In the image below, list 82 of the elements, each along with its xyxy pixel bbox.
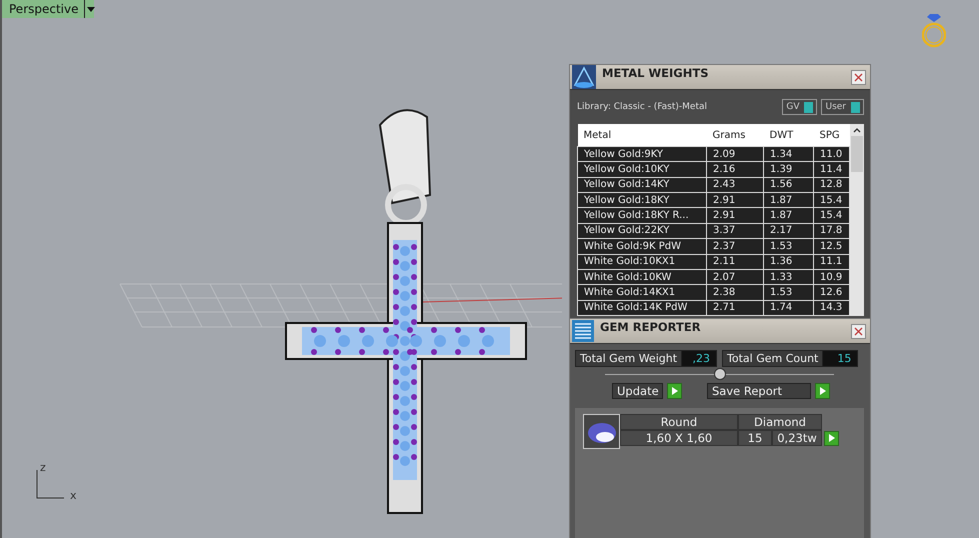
table-cell: 15.4 [814,192,850,208]
close-button[interactable] [851,70,866,84]
table-cell: 1.87 [764,208,814,224]
close-button[interactable] [851,324,866,338]
viewport-label[interactable]: Perspective [2,0,94,18]
close-icon [854,72,863,82]
table-cell: Yellow Gold:18KY R... [578,208,706,224]
table-cell: 2.16 [706,162,764,178]
table-cell: Yellow Gold:14KY [578,177,706,193]
play-button[interactable] [815,383,830,399]
play-icon [820,387,826,395]
gem-shape: Round [620,414,738,430]
table-cell: White Gold:14KX1 [578,284,706,300]
play-icon [672,387,678,395]
report-button[interactable]: Save Report [707,383,811,399]
table-cell: 14.3 [814,300,850,316]
table-cell: 2.07 [706,269,764,285]
toggle-switch[interactable]: User [821,99,864,115]
table-cell: 2.91 [706,192,764,208]
table-cell: 11.4 [814,162,850,178]
table-cell: Yellow Gold:22KY [578,223,706,239]
library-label: Library: Classic - (Fast)-Metal [577,102,708,112]
table-cell: 2.09 [706,146,764,162]
gem-weight: 0,23tw [772,430,822,446]
table-cell: White Gold:9K PdW [578,238,706,254]
table-cell: 1.53 [764,284,814,300]
table-cell: 2.43 [706,177,764,193]
table-cell: 15.4 [814,208,850,224]
table-cell: White Gold:14K PdW [578,300,706,316]
table-cell: 1.74 [764,300,814,316]
table-cell: 12.5 [814,238,850,254]
play-button[interactable] [824,430,839,446]
table-cell: 1.87 [764,192,814,208]
table-cell: 2.38 [706,284,764,300]
table-cell: 1.53 [764,238,814,254]
table-cell: 11.1 [814,254,850,270]
table-cell: 12.8 [814,177,850,193]
table-cell: 2.71 [706,300,764,316]
table-cell: 12.6 [814,284,850,300]
column-header[interactable]: Metal [578,124,706,146]
table-cell: 1.56 [764,177,814,193]
table-cell: 1.39 [764,162,814,178]
gem-size: 1,60 X 1,60 [620,430,738,446]
table-cell: 1.33 [764,269,814,285]
column-header[interactable]: DWT [764,124,814,146]
close-icon [854,326,863,336]
table-cell: 11.0 [814,146,850,162]
play-button[interactable] [667,383,682,399]
axis-label: z [40,461,46,474]
table-cell: 1.36 [764,254,814,270]
table-cell: 10.9 [814,269,850,285]
panel-title: METAL WEIGHTS [602,65,710,80]
table-cell: White Gold:10KX1 [578,254,706,270]
gem-material: Diamond [738,414,822,430]
table-cell: 2.11 [706,254,764,270]
report-icon [572,320,594,342]
table-cell: Yellow Gold:9KY [578,146,706,162]
report-button[interactable]: Update [612,383,663,399]
column-header[interactable]: SPG [814,124,850,146]
table-cell: White Gold:10KW [578,269,706,285]
axis-label: x [70,489,77,502]
table-cell: 2.37 [706,238,764,254]
table-cell: 1.34 [764,146,814,162]
table-cell: Yellow Gold:10KY [578,162,706,178]
cone-icon [572,65,596,89]
scrollbar-thumb[interactable] [851,136,863,172]
play-icon [828,434,834,442]
table-cell: 2.17 [764,223,814,239]
column-header[interactable]: Grams [706,124,764,146]
table-cell: 17.8 [814,223,850,239]
total-value: ,23 [682,351,716,366]
gem-count: 15 [738,430,772,446]
ring-icon [922,11,946,49]
caret-icon[interactable] [84,0,94,18]
table-cell: 2.91 [706,208,764,224]
scrollbar[interactable] [850,124,864,316]
table-cell: Yellow Gold:18KY [578,192,706,208]
total-value: 15 [823,351,858,366]
table-cell: 3.37 [706,223,764,239]
panel-title: GEM REPORTER [600,319,702,334]
toggle-switch[interactable]: GV [782,99,818,115]
splitter-handle[interactable] [714,368,726,380]
